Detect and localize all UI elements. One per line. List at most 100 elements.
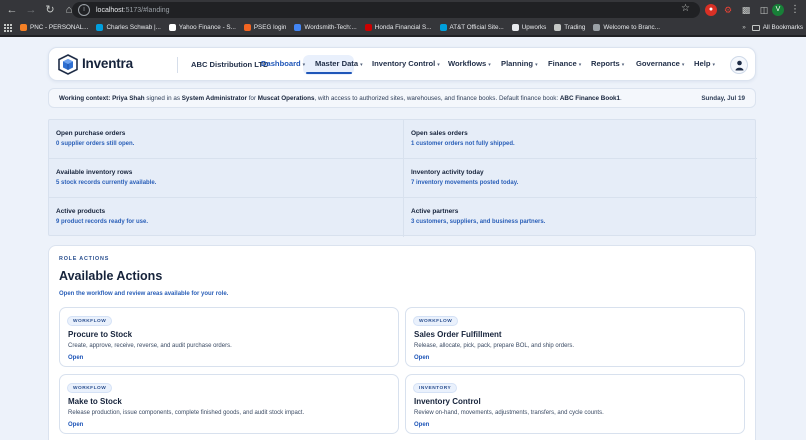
bookmark-item[interactable]: PSEG login [243,24,287,31]
side-panel-icon[interactable]: ◫ [758,4,770,16]
nav-item-workflows[interactable]: Workflows ▾ [448,59,491,68]
bookmark-item[interactable]: Yahoo Finance - S... [168,24,236,31]
stat-title: Active products [56,208,106,215]
all-bookmarks-button[interactable]: All Bookmarks [751,24,803,31]
bookmark-item[interactable]: PNC - PERSONAL... [20,24,88,31]
app-header: Inventra ABC Distribution LTD Dashboard ▾… [48,47,756,81]
folder-icon [751,24,760,31]
brand-name[interactable]: Inventra [82,56,133,71]
bookmark-label: Wordsmith-Tech:... [304,24,357,31]
chevron-down-icon: ▾ [578,62,582,68]
context-message: Working context: Priya Shah signed in as… [59,95,622,102]
bookmark-favicon-icon [364,24,372,31]
nav-item-governance[interactable]: Governance ▾ [636,59,684,68]
section-subtitle: Open the workflow and review areas avail… [59,291,229,297]
stat-title: Inventory activity today [411,169,484,176]
bookmarks-overflow-button[interactable]: » [742,24,746,31]
nav-item-inventory-control[interactable]: Inventory Control ▾ [372,59,440,68]
bookmark-item[interactable]: Wordsmith-Tech:... [294,24,357,31]
bookmark-item[interactable]: Welcome to Branc... [593,24,660,31]
action-card[interactable]: WORKFLOW Make to Stock Release production,… [59,374,399,434]
bookmarks-bar: PNC - PERSONAL... Charles Schwab |... Yaho… [0,20,806,36]
stat-tile[interactable]: Inventory activity today 7 inventory move… [403,159,757,198]
card-description: Review on-hand, movements, adjustments, … [414,410,604,416]
bookmark-favicon-icon [168,24,176,31]
inventra-logo-icon[interactable] [58,54,78,75]
nav-item-master-data[interactable]: Master Data ▾ [315,59,363,68]
chevron-down-icon: ▾ [360,62,363,68]
bookmark-favicon-icon [294,24,302,31]
site-info-icon[interactable]: i [78,4,90,16]
stat-tile[interactable]: Open sales orders 1 customer orders not f… [403,120,757,159]
card-open-link[interactable]: Open [414,422,429,428]
nav-item-finance[interactable]: Finance ▾ [548,59,581,68]
card-open-link[interactable]: Open [68,355,83,361]
bookmark-item[interactable]: AT&T Official Site... [439,24,504,31]
bookmark-label: Welcome to Branc... [603,24,660,31]
user-icon [735,60,744,71]
stat-description: 5 stock records currently available. [56,180,157,186]
bookmark-favicon-icon [20,24,27,31]
nav-active-underline [306,72,352,74]
chevron-down-icon: ▾ [621,62,625,68]
nav-item-reports[interactable]: Reports ▾ [591,59,624,68]
bookmark-label: Charles Schwab |... [106,24,161,31]
chevron-down-icon: ▾ [488,62,491,68]
stat-title: Open sales orders [411,130,468,137]
chevron-down-icon: ▾ [437,62,440,68]
bookmark-label: PSEG login [253,24,287,31]
extensions-puzzle-icon[interactable]: ▩ [740,4,752,16]
nav-item-dashboard[interactable]: Dashboard ▾ [261,59,305,68]
user-menu-button[interactable] [730,56,748,74]
card-badge: WORKFLOW [67,316,113,326]
stat-tile[interactable]: Active partners 3 customers, suppliers, a… [403,198,757,237]
nav-label: Inventory Control [372,59,436,68]
address-bar[interactable]: i localhost:5173/#landing ☆ [72,2,700,18]
bookmark-label: PNC - PERSONAL... [30,24,89,31]
card-open-link[interactable]: Open [68,422,83,428]
action-card[interactable]: INVENTORY Inventory Control Review on-hand… [405,374,745,434]
action-card[interactable]: WORKFLOW Procure to Stock Create, approve,… [59,307,399,367]
chevron-down-icon: ▾ [535,62,538,68]
stat-tile[interactable]: Open purchase orders 0 supplier orders st… [49,120,403,159]
nav-label: Master Data [315,59,359,68]
back-icon[interactable]: ← [5,3,19,17]
stat-description: 7 inventory movements posted today. [411,180,519,186]
nav-item-help[interactable]: Help ▾ [694,59,715,68]
bookmark-item[interactable]: Trading [554,24,585,31]
bookmark-favicon-icon [593,24,601,31]
url-text[interactable]: localhost:5173/#landing [96,7,170,14]
bookmark-item[interactable]: Upworks [511,24,547,31]
card-open-link[interactable]: Open [414,355,429,361]
stat-description: 1 customer orders not fully shipped. [411,141,515,147]
apps-grid-icon[interactable] [4,23,12,32]
profile-avatar[interactable]: V [772,4,784,16]
stat-title: Available inventory rows [56,169,133,176]
reload-icon[interactable]: ↻ [43,3,57,17]
stat-tile[interactable]: Available inventory rows 5 stock records … [49,159,403,198]
extension-toggle-icon[interactable]: ⚙ [722,4,734,16]
company-name: ABC Distribution LTD [191,60,269,69]
browser-menu-icon[interactable]: ⋮ [789,4,801,16]
bookmark-label: Honda Financial S... [374,24,432,31]
card-description: Release production, issue components, co… [68,410,305,416]
stat-description: 3 customers, suppliers, and business par… [411,219,546,225]
bookmark-label: Upworks [521,24,547,31]
role-actions-panel: ROLE ACTIONS Available Actions Open the … [48,245,756,440]
card-badge: WORKFLOW [413,316,459,326]
nav-label: Help [694,59,711,68]
stat-title: Active partners [411,208,459,215]
working-context-banner: Working context: Priya Shah signed in as… [48,88,756,108]
stat-tile[interactable]: Active products 9 product records ready f… [49,198,403,237]
forward-icon[interactable]: → [24,3,38,17]
bookmark-label: AT&T Official Site... [449,24,504,31]
action-card[interactable]: WORKFLOW Sales Order Fulfillment Release, … [405,307,745,367]
nav-label: Finance [548,59,577,68]
bookmark-item[interactable]: Charles Schwab |... [96,24,161,31]
bookmark-item[interactable]: Honda Financial S... [364,24,432,31]
nav-item-planning[interactable]: Planning ▾ [501,59,538,68]
card-title: Inventory Control [414,397,481,406]
stat-description: 0 supplier orders still open. [56,141,135,147]
extension-red-icon[interactable]: ● [705,4,717,16]
bookmark-star-icon[interactable]: ☆ [681,3,690,14]
